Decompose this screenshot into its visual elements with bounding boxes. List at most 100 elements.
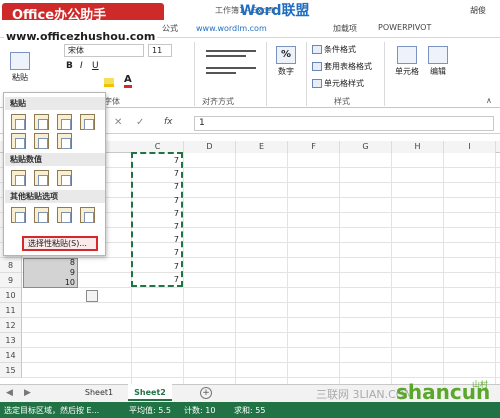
grid-hline	[22, 317, 500, 318]
paste-keep-width-icon[interactable]	[34, 133, 49, 149]
paste-no-border-icon[interactable]	[11, 133, 26, 149]
column-header-d[interactable]: D	[184, 141, 236, 153]
paste-values-header: 粘贴数值	[5, 153, 105, 166]
row-header-8[interactable]: 8	[0, 258, 22, 273]
paste-dropdown-menu: 粘贴 粘贴数值 其他粘贴选项 选择性粘贴(S)...	[3, 92, 106, 256]
conditional-format-label: 条件格式	[324, 45, 356, 54]
paste-options-icon[interactable]	[86, 290, 98, 302]
fill-color-icon[interactable]	[104, 78, 114, 87]
divider	[306, 42, 307, 106]
sheet-tab-1[interactable]: Sheet1	[80, 385, 118, 401]
align-buttons[interactable]	[206, 44, 262, 88]
table-format-label: 套用表格格式	[324, 62, 372, 71]
font-color-icon[interactable]: A	[124, 75, 132, 88]
tab-powerpivot[interactable]: POWERPIVOT	[378, 23, 431, 32]
row-header-15[interactable]: 15	[0, 363, 22, 378]
font-size-select[interactable]: 11	[148, 44, 172, 57]
grid-vline	[235, 153, 236, 385]
cell-c10[interactable]: 7	[132, 272, 182, 287]
paste-values-icon[interactable]	[11, 170, 26, 186]
column-header-h[interactable]: H	[392, 141, 444, 153]
cell-style-label: 单元格样式	[324, 79, 364, 88]
row-header-11[interactable]: 11	[0, 303, 22, 318]
row-header-13[interactable]: 13	[0, 333, 22, 348]
cell-a-r10[interactable]: 10	[24, 275, 78, 290]
edit-button[interactable]: 编辑	[424, 46, 452, 77]
row-header-14[interactable]: 14	[0, 348, 22, 363]
status-message: 选定目标区域，然后按 E...	[4, 406, 100, 415]
grid-vline	[339, 153, 340, 385]
row-header-10[interactable]: 10	[0, 288, 22, 303]
prev-sheet-icon[interactable]: ◀	[6, 388, 13, 398]
edit-label: 编辑	[430, 67, 446, 76]
cells-button[interactable]: 单元格	[390, 46, 424, 77]
number-button[interactable]: % 数字	[272, 46, 300, 77]
paste-option-icon[interactable]	[11, 114, 26, 130]
column-header-g[interactable]: G	[340, 141, 392, 153]
row-header-9[interactable]: 9	[0, 273, 22, 288]
grid-hline	[22, 287, 500, 288]
paste-formula-icon[interactable]	[34, 114, 49, 130]
formula-input[interactable]: 1	[194, 116, 494, 131]
paste-button[interactable]: 粘贴	[6, 52, 34, 83]
sheet-tab-2[interactable]: Sheet2	[128, 384, 172, 401]
cells-label: 单元格	[395, 67, 419, 76]
font-group-label: 字体	[104, 97, 120, 106]
paste-picture-icon[interactable]	[57, 207, 72, 223]
next-sheet-icon[interactable]: ▶	[24, 388, 31, 398]
grid-vline	[183, 153, 184, 385]
paste-values-number-icon[interactable]	[34, 170, 49, 186]
column-header-e[interactable]: E	[236, 141, 288, 153]
divider	[194, 42, 195, 106]
paste-transpose-icon[interactable]	[57, 133, 72, 149]
column-header-f[interactable]: F	[288, 141, 340, 153]
cells-icon	[397, 46, 417, 64]
status-count: 计数: 10	[184, 406, 216, 415]
enter-icon[interactable]: ✓	[136, 117, 144, 128]
bold-button[interactable]: B	[66, 61, 73, 71]
underline-button[interactable]: U	[92, 61, 99, 71]
grid-vline	[443, 153, 444, 385]
tab-addins[interactable]: 加载项	[333, 23, 357, 34]
grid-hline	[22, 302, 500, 303]
grid-hline	[22, 347, 500, 348]
row-header-12[interactable]: 12	[0, 318, 22, 333]
column-header-i[interactable]: I	[444, 141, 496, 153]
watermark-brand: Word联盟	[240, 3, 310, 19]
table-format-button[interactable]: 套用表格格式	[312, 61, 372, 72]
grid-hline	[22, 332, 500, 333]
add-sheet-icon[interactable]: +	[200, 387, 212, 399]
status-bar: 选定目标区域，然后按 E... 平均值: 5.5 计数: 10 求和: 55	[0, 402, 500, 418]
paste-link-icon[interactable]	[34, 207, 49, 223]
style-group-label: 样式	[334, 97, 350, 106]
clipboard-icon	[10, 52, 30, 70]
paste-format-icon[interactable]	[11, 207, 26, 223]
grid-hline	[22, 257, 500, 258]
conditional-format-icon	[312, 45, 322, 54]
align-group-label: 对齐方式	[202, 97, 234, 106]
divider	[266, 42, 267, 106]
paste-linked-picture-icon[interactable]	[80, 207, 95, 223]
grid-hline	[22, 377, 500, 378]
paste-number-format-icon[interactable]	[57, 114, 72, 130]
title-bar: Office办公助手 工作簿1 - Excel Word联盟 胡俊	[0, 0, 500, 29]
cancel-icon[interactable]: ✕	[114, 117, 122, 128]
site-url: www.officezhushou.com	[4, 30, 158, 43]
user-name[interactable]: 胡俊	[470, 5, 486, 16]
watermark-url: www.wordlm.com	[196, 24, 267, 33]
divider	[384, 42, 385, 106]
status-sum: 求和: 55	[234, 406, 266, 415]
conditional-format-button[interactable]: 条件格式	[312, 44, 356, 55]
italic-button[interactable]: I	[80, 61, 83, 71]
paste-special-item[interactable]: 选择性粘贴(S)...	[22, 236, 98, 251]
watermark-shancun-cn: 山村	[472, 380, 488, 389]
fx-button[interactable]: fx	[164, 117, 173, 127]
paste-keep-source-icon[interactable]	[80, 114, 95, 130]
grid-hline	[22, 272, 500, 273]
font-name-select[interactable]: 宋体	[64, 44, 144, 57]
cell-style-button[interactable]: 单元格样式	[312, 78, 364, 89]
cell-style-icon	[312, 79, 322, 88]
paste-values-source-icon[interactable]	[57, 170, 72, 186]
tab-formulas[interactable]: 公式	[162, 23, 178, 34]
collapse-ribbon-icon[interactable]: ∧	[486, 96, 492, 105]
